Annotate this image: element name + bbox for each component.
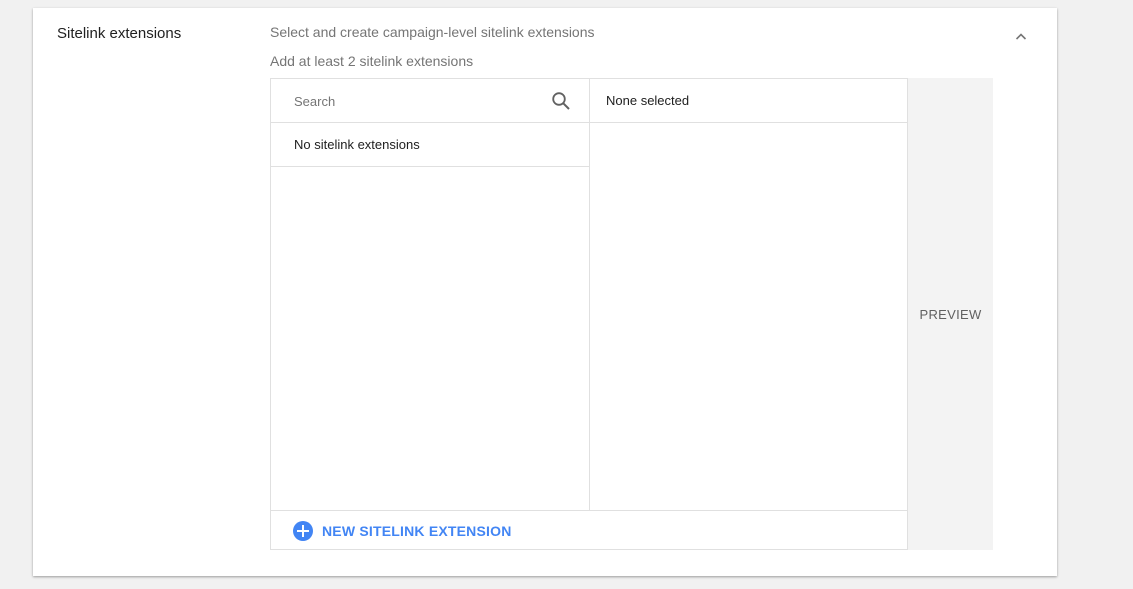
- sitelink-extensions-card: Sitelink extensions Select and create ca…: [33, 8, 1057, 576]
- search-icon[interactable]: [551, 91, 571, 111]
- search-input[interactable]: [294, 91, 544, 111]
- available-empty-row: No sitelink extensions: [271, 123, 589, 167]
- picker-footer: NEW SITELINK EXTENSION: [271, 510, 907, 549]
- available-empty-text: No sitelink extensions: [294, 137, 420, 152]
- search-row: [271, 79, 589, 123]
- available-list-pane: No sitelink extensions: [271, 79, 590, 511]
- sitelink-picker: No sitelink extensions None selected NEW…: [270, 78, 908, 550]
- new-sitelink-extension-button[interactable]: NEW SITELINK EXTENSION: [293, 521, 512, 541]
- selected-list-pane: None selected: [590, 79, 907, 511]
- section-title: Sitelink extensions: [57, 25, 182, 42]
- section-subtitle: Select and create campaign-level sitelin…: [270, 24, 595, 40]
- section-hint: Add at least 2 sitelink extensions: [270, 53, 474, 69]
- selected-header: None selected: [590, 79, 907, 123]
- collapse-button[interactable]: [1009, 26, 1033, 46]
- preview-label: PREVIEW: [919, 307, 982, 322]
- preview-button[interactable]: PREVIEW: [908, 78, 993, 550]
- selected-header-text: None selected: [606, 93, 690, 108]
- plus-circle-icon: [293, 521, 313, 541]
- new-sitelink-extension-label: NEW SITELINK EXTENSION: [322, 523, 512, 539]
- chevron-up-icon: [1015, 33, 1027, 40]
